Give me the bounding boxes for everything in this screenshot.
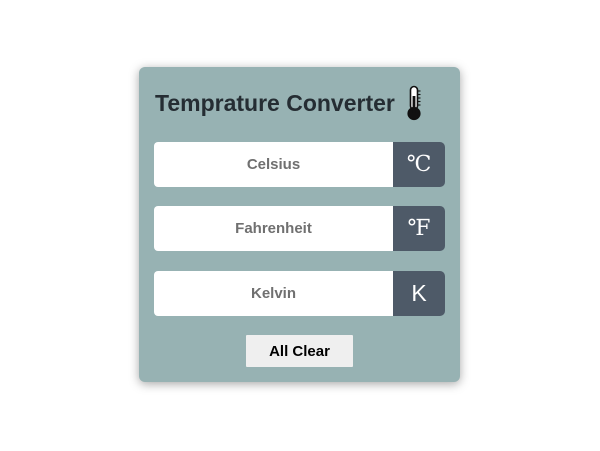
page-title: Temprature Converter: [155, 89, 395, 116]
title-row: Temprature Converter: [155, 85, 445, 121]
celsius-input[interactable]: [154, 142, 393, 187]
kelvin-input[interactable]: [154, 271, 393, 316]
celsius-row: ℃: [154, 142, 445, 187]
kelvin-row: K: [154, 271, 445, 316]
celsius-unit-label: ℃: [393, 142, 445, 187]
fahrenheit-input[interactable]: [154, 206, 393, 251]
fahrenheit-row: ℉: [154, 206, 445, 251]
kelvin-unit-label: K: [393, 271, 445, 316]
thermometer-icon: [405, 85, 423, 121]
converter-card: Temprature Converter ℃ ℉ K All Clear: [139, 67, 460, 382]
fahrenheit-unit-label: ℉: [393, 206, 445, 251]
all-clear-button[interactable]: All Clear: [246, 335, 353, 367]
